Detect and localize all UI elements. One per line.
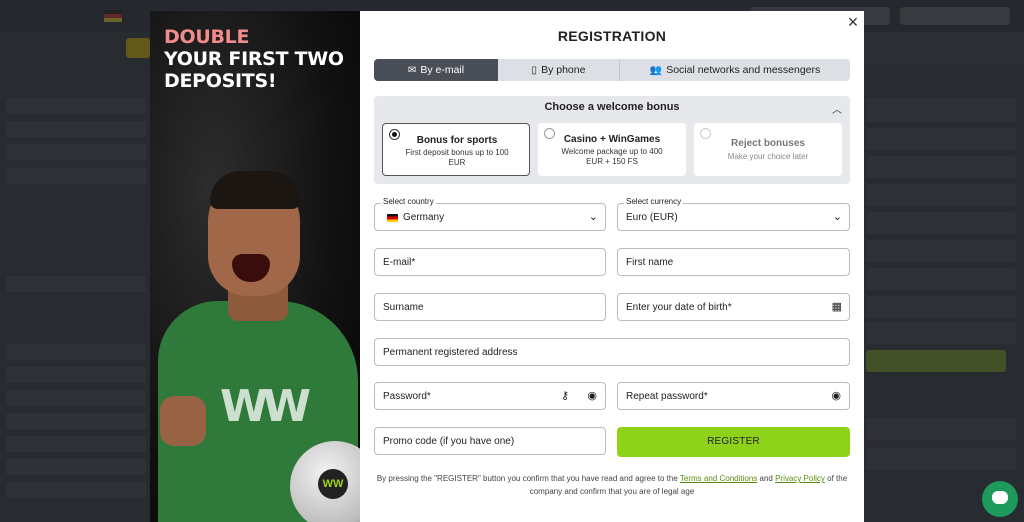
currency-select[interactable]: Select currency Euro (EUR) ⌄: [617, 197, 850, 231]
first-name-field[interactable]: First name: [617, 248, 850, 276]
modal-title: REGISTRATION: [557, 28, 667, 44]
tab-social-networks[interactable]: 👥 Social networks and messengers: [620, 59, 850, 81]
welcome-bonus-section: Choose a welcome bonus ︿ Bonus for sport…: [374, 96, 850, 184]
tab-label: By e-mail: [420, 64, 465, 76]
password-placeholder: Password*: [383, 391, 431, 402]
register-button[interactable]: REGISTER: [617, 427, 850, 457]
legal-notice: By pressing the "REGISTER" button you co…: [374, 472, 850, 498]
eye-slash-icon[interactable]: ◉: [831, 389, 841, 402]
dob-placeholder: Enter your date of birth*: [626, 302, 732, 313]
bonus-option-subtitle: Make your choice later: [727, 152, 809, 161]
bonus-option-reject[interactable]: Reject bonuses Make your choice later: [694, 123, 842, 176]
users-icon: 👥: [649, 64, 663, 76]
germany-flag-icon: [387, 214, 398, 222]
address-placeholder: Permanent registered address: [383, 347, 518, 358]
repeat-password-placeholder: Repeat password*: [626, 391, 708, 402]
chevron-up-icon[interactable]: ︿: [832, 101, 842, 116]
bonus-option-title: Casino + WinGames: [563, 134, 661, 145]
bonus-option-subtitle: Welcome package up to 400 EUR + 150 FS: [561, 147, 663, 166]
bonus-option-title: Bonus for sports: [416, 135, 498, 146]
bonus-option-subtitle: First deposit bonus up to 100 EUR: [405, 148, 509, 167]
registration-method-tabs: ✉ By e-mail ▯ By phone 👥 Social networks…: [374, 59, 850, 81]
tab-by-phone[interactable]: ▯ By phone: [498, 59, 620, 81]
chat-bubble-icon[interactable]: [982, 481, 1018, 517]
surname-field[interactable]: Surname: [374, 293, 606, 321]
bonus-option-sports[interactable]: Bonus for sports First deposit bonus up …: [382, 123, 530, 176]
promo-headline: DOUBLE YOUR FIRST TWO DEPOSITS!: [164, 26, 360, 92]
promo-code-field[interactable]: Promo code (if you have one): [374, 427, 606, 455]
bonus-section-title: Choose a welcome bonus: [544, 101, 680, 113]
promo-headline-accent: DOUBLE: [164, 26, 250, 48]
surname-placeholder: Surname: [383, 302, 424, 313]
registration-modal: × REGISTRATION ✉ By e-mail ▯ By phone 👥 …: [360, 11, 864, 522]
tab-label: Social networks and messengers: [666, 64, 821, 76]
phone-icon: ▯: [531, 64, 538, 76]
tab-by-email[interactable]: ✉ By e-mail: [374, 59, 498, 81]
ball-logo: WW: [318, 469, 348, 499]
envelope-icon: ✉: [407, 64, 417, 76]
bonus-option-casino[interactable]: Casino + WinGames Welcome package up to …: [538, 123, 686, 176]
terms-link[interactable]: Terms and Conditions: [680, 474, 757, 483]
player-fist: [160, 396, 206, 446]
player-hair: [210, 171, 300, 209]
repeat-password-field[interactable]: Repeat password* ◉: [617, 382, 850, 410]
country-value: Germany: [403, 212, 445, 223]
currency-label: Select currency: [624, 197, 684, 206]
promo-banner: DOUBLE YOUR FIRST TWO DEPOSITS! WW WW: [150, 11, 360, 522]
chevron-down-icon: ⌄: [588, 211, 598, 223]
address-field[interactable]: Permanent registered address: [374, 338, 850, 366]
promo-code-placeholder: Promo code (if you have one): [383, 436, 515, 447]
calendar-icon[interactable]: ▦: [832, 300, 842, 313]
date-of-birth-field[interactable]: Enter your date of birth* ▦: [617, 293, 850, 321]
shirt-logo: WW: [220, 381, 311, 432]
email-placeholder: E-mail*: [383, 257, 416, 268]
chevron-down-icon: ⌄: [832, 211, 842, 223]
country-label: Select country: [381, 197, 436, 206]
key-icon[interactable]: ⚷: [561, 389, 569, 402]
password-field[interactable]: Password* ⚷ ◉: [374, 382, 606, 410]
privacy-link[interactable]: Privacy Policy: [775, 474, 825, 483]
bonus-option-title: Reject bonuses: [731, 138, 805, 149]
legal-text: By pressing the "REGISTER" button you co…: [376, 474, 678, 483]
promo-headline-text: YOUR FIRST TWO DEPOSITS!: [164, 48, 344, 92]
tab-label: By phone: [541, 64, 586, 76]
country-select[interactable]: Select country Germany ⌄: [374, 197, 606, 231]
email-field[interactable]: E-mail*: [374, 248, 606, 276]
legal-and: and: [759, 474, 773, 483]
first-name-placeholder: First name: [626, 257, 674, 268]
currency-value: Euro (EUR): [626, 212, 678, 223]
eye-slash-icon[interactable]: ◉: [587, 389, 597, 402]
